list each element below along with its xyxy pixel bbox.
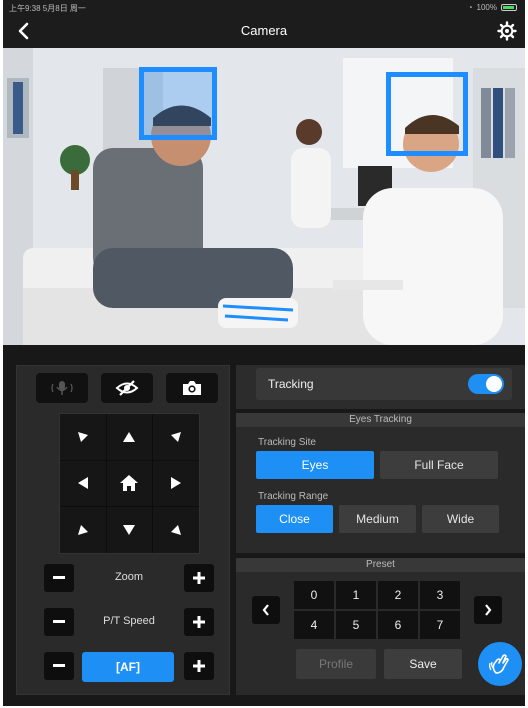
tracking-row: Tracking — [256, 368, 512, 400]
preset-number-grid: 0 1 2 3 4 5 6 7 — [294, 581, 460, 639]
page-title: Camera — [240, 23, 288, 38]
pt-speed-increase-button[interactable] — [184, 608, 214, 636]
ptz-home-button[interactable] — [106, 460, 153, 507]
arrow-down-left-icon — [77, 525, 88, 536]
minus-icon — [53, 576, 65, 579]
eyes-tracking-section: Eyes Tracking Tracking Site Eyes Full Fa… — [236, 413, 525, 553]
focus-far-button[interactable] — [184, 652, 214, 680]
tracking-site-full-face-button[interactable]: Full Face — [380, 451, 498, 479]
hand-wave-icon — [489, 654, 509, 674]
arrow-down-icon — [123, 525, 136, 536]
battery-percent: 100% — [476, 3, 497, 12]
arrow-down-right-icon — [171, 525, 182, 536]
preset-button-0[interactable]: 0 — [294, 581, 334, 609]
profile-button[interactable]: Profile — [296, 649, 376, 679]
ptz-up-button[interactable] — [106, 414, 153, 460]
preset-button-6[interactable]: 6 — [378, 611, 418, 639]
tracking-range-close-button[interactable]: Close — [256, 505, 333, 533]
arrow-up-left-icon — [77, 431, 88, 442]
ptz-down-left-button[interactable] — [60, 507, 106, 553]
plus-icon — [193, 660, 205, 672]
plus-icon — [193, 572, 205, 584]
preset-button-3[interactable]: 3 — [420, 581, 460, 609]
preset-button-1[interactable]: 1 — [336, 581, 376, 609]
toggle-knob — [486, 376, 502, 392]
preset-title: Preset — [236, 558, 525, 572]
pt-speed-decrease-button[interactable] — [44, 608, 74, 636]
microphone-button[interactable] — [36, 373, 88, 403]
zoom-label: Zoom — [114, 571, 144, 583]
face-detect-box-left — [139, 67, 217, 140]
gear-icon — [497, 21, 517, 41]
camera-video-feed[interactable] — [3, 48, 525, 345]
plus-icon — [193, 616, 205, 628]
snapshot-button[interactable] — [166, 373, 218, 403]
home-icon — [120, 475, 139, 492]
tracking-site-label: Tracking Site — [258, 437, 316, 448]
minus-icon — [53, 664, 65, 667]
pt-speed-label: P/T Speed — [103, 615, 155, 627]
save-button[interactable]: Save — [384, 649, 462, 679]
ptz-left-button[interactable] — [60, 460, 106, 507]
camera-icon — [183, 381, 201, 395]
tracking-site-eyes-button[interactable]: Eyes — [256, 451, 374, 479]
control-area: Zoom P/T Speed [AF] Tracking Eyes Tracki… — [3, 345, 525, 706]
preset-next-button[interactable] — [474, 596, 502, 624]
ptz-direction-pad — [59, 413, 200, 554]
focus-near-button[interactable] — [44, 652, 74, 680]
battery-icon — [501, 4, 517, 11]
tracking-label: Tracking — [268, 377, 314, 391]
preset-button-4[interactable]: 4 — [294, 611, 334, 639]
zoom-in-button[interactable] — [184, 564, 214, 592]
tracking-range-label: Tracking Range — [258, 491, 329, 502]
status-right: ◔ 100% — [468, 3, 517, 12]
ptz-down-right-button[interactable] — [153, 507, 199, 553]
zoom-control: Zoom — [44, 564, 214, 592]
focus-control: [AF] — [44, 652, 214, 682]
tracking-range-wide-button[interactable]: Wide — [422, 505, 499, 533]
tracking-section: Tracking — [236, 365, 525, 409]
preset-button-7[interactable]: 7 — [420, 611, 460, 639]
status-time: 上午9:38 5月8日 周一 — [9, 4, 86, 13]
chevron-left-icon — [262, 604, 269, 616]
arrow-up-right-icon — [171, 431, 182, 442]
arrow-up-icon — [123, 431, 136, 442]
arrow-left-icon — [77, 477, 88, 490]
ptz-control-panel: Zoom P/T Speed [AF] — [16, 365, 230, 695]
ptz-up-right-button[interactable] — [153, 414, 199, 460]
wifi-icon: ◔ — [467, 3, 473, 12]
preset-button-2[interactable]: 2 — [378, 581, 418, 609]
eyes-tracking-title: Eyes Tracking — [236, 413, 525, 427]
nav-bar: Camera — [3, 14, 525, 48]
tracking-toggle[interactable] — [468, 374, 504, 394]
preset-prev-button[interactable] — [252, 596, 280, 624]
camera-app-screen: 上午9:38 5月8日 周一 ◔ 100% Camera Zoom P/T Sp… — [3, 0, 525, 706]
gesture-fab-button[interactable] — [478, 642, 522, 686]
minus-icon — [53, 620, 65, 623]
arrow-right-icon — [171, 477, 182, 490]
settings-button[interactable] — [495, 19, 519, 43]
face-detect-box-right — [386, 72, 468, 156]
pt-speed-control: P/T Speed — [44, 608, 214, 636]
tracking-preset-panel: Tracking Eyes Tracking Tracking Site Eye… — [236, 365, 525, 695]
status-bar: 上午9:38 5月8日 周一 ◔ 100% — [3, 0, 525, 14]
ptz-right-button[interactable] — [153, 460, 199, 507]
microphone-icon — [51, 381, 73, 395]
tracking-range-medium-button[interactable]: Medium — [339, 505, 416, 533]
ptz-up-left-button[interactable] — [60, 414, 106, 460]
auto-focus-button[interactable]: [AF] — [82, 652, 174, 682]
privacy-button[interactable] — [101, 373, 153, 403]
zoom-out-button[interactable] — [44, 564, 74, 592]
ptz-down-button[interactable] — [106, 507, 153, 553]
eye-off-icon — [115, 380, 139, 396]
chevron-right-icon — [485, 604, 492, 616]
preset-button-5[interactable]: 5 — [336, 611, 376, 639]
